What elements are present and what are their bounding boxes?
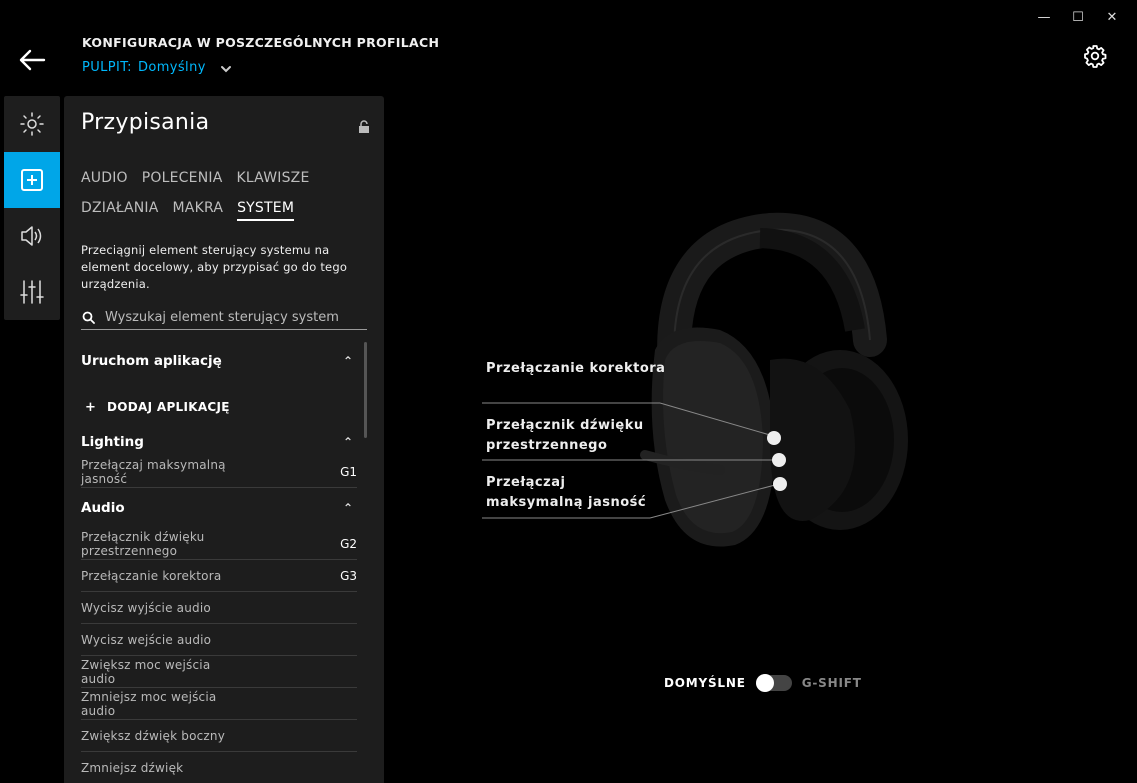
search-input[interactable]: Wyszukaj element sterujący system (105, 310, 339, 325)
rail-item-lightsync[interactable] (4, 96, 60, 152)
unlock-icon[interactable] (358, 120, 370, 134)
item-label: Zwiększ moc wejścia audio (81, 657, 211, 686)
list-item[interactable]: Zmniejsz dźwięk (81, 752, 357, 783)
list-item[interactable]: Wycisz wyjście audio (81, 592, 357, 624)
lightsync-icon (20, 112, 44, 136)
audio-icon (21, 226, 42, 246)
chevron-up-icon[interactable]: ⌃ (343, 501, 353, 515)
equalizer-icon (20, 280, 44, 304)
section-header-audio[interactable]: Audio ⌃ (81, 488, 357, 528)
close-button[interactable]: ✕ (1095, 8, 1129, 26)
section-title: Lighting (81, 434, 144, 450)
list-item[interactable]: Zwiększ dźwięk boczny (81, 720, 357, 752)
list-item[interactable]: Zwiększ moc wejścia audio (81, 656, 357, 688)
maximize-button[interactable]: ☐ (1061, 8, 1095, 26)
back-arrow-icon[interactable] (18, 48, 46, 72)
profile-prefix: PULPIT: (82, 60, 132, 75)
item-label: Przełączaj maksymalną jasność (81, 457, 226, 486)
scrollbar[interactable] (364, 342, 367, 438)
profile-name: Domyślny (137, 60, 206, 75)
item-label: Przełączanie korektora (81, 568, 222, 583)
list-item[interactable]: Wycisz wejście audio (81, 624, 357, 656)
assigned-key: G2 (340, 536, 357, 551)
callout-surround-toggle[interactable]: Przełącznik dźwięku przestrzennego (486, 416, 646, 456)
mode-gshift-label: G-SHIFT (801, 676, 862, 690)
item-label: Przełącznik dźwięku przestrzennego (81, 529, 205, 558)
section-header-launch[interactable]: Uruchom aplikację ⌃ (81, 344, 357, 378)
section-title: Audio (81, 500, 125, 516)
left-rail (4, 96, 60, 320)
item-label: Zmniejsz dźwięk (81, 761, 184, 775)
tab-keys[interactable]: KLAWISZE (236, 170, 309, 189)
mode-default-label: DOMYŚLNE (664, 676, 746, 690)
assignments-panel: Przypisania AUDIO POLECENIA KLAWISZE DZI… (64, 96, 384, 783)
rail-item-equalizer[interactable] (4, 264, 60, 320)
panel-title: Przypisania (81, 110, 210, 135)
tab-actions[interactable]: DZIAŁANIA (81, 200, 159, 219)
chevron-up-icon[interactable]: ⌃ (343, 354, 353, 368)
profile-selector[interactable]: PULPIT: Domyślny (82, 60, 232, 75)
chevron-down-icon (220, 65, 231, 72)
list-item[interactable]: Przełączaj maksymalną jasność G1 (81, 456, 357, 488)
list-item[interactable]: Przełączanie korektora G3 (81, 560, 357, 592)
tab-audio[interactable]: AUDIO (81, 170, 128, 189)
window-controls: — ☐ ✕ (1027, 8, 1129, 26)
callout-brightness-toggle[interactable]: Przełączaj maksymalną jasność (486, 473, 651, 513)
panel-description: Przeciągnij element sterujący systemu na… (81, 243, 348, 291)
toggle-knob (755, 674, 774, 692)
tab-system[interactable]: SYSTEM (237, 200, 295, 221)
list-item[interactable]: Zmniejsz moc wejścia audio (81, 688, 357, 720)
tab-commands[interactable]: POLECENIA (142, 170, 223, 189)
search-field[interactable]: Wyszukaj element sterujący system (81, 306, 367, 330)
callout-equalizer-toggle[interactable]: Przełączanie korektora (486, 359, 665, 379)
item-label: Zwiększ dźwięk boczny (81, 728, 226, 743)
page-title: KONFIGURACJA W POSZCZEGÓLNYCH PROFILACH (82, 35, 440, 50)
minimize-button[interactable]: — (1027, 8, 1061, 26)
list-item[interactable]: Przełącznik dźwięku przestrzennego G2 (81, 528, 357, 560)
assigned-key: G3 (340, 568, 357, 583)
headset-image (482, 212, 908, 547)
rail-item-audio[interactable] (4, 208, 60, 264)
rail-item-assignments[interactable] (4, 152, 60, 208)
item-label: Wycisz wyjście audio (81, 600, 211, 615)
add-application-button[interactable]: + DODAJ APLIKACJĘ (81, 378, 357, 428)
system-control-list: Uruchom aplikację ⌃ + DODAJ APLIKACJĘ Li… (81, 344, 357, 783)
gshift-toggle[interactable] (755, 674, 792, 692)
section-title: Uruchom aplikację (81, 353, 222, 369)
gear-icon[interactable] (1083, 44, 1107, 68)
plus-icon: + (85, 399, 97, 415)
tab-bar: AUDIO POLECENIA KLAWISZE DZIAŁANIA MAKRA… (81, 170, 381, 230)
search-icon (82, 311, 95, 324)
chevron-up-icon[interactable]: ⌃ (343, 435, 353, 449)
tab-macros[interactable]: MAKRA (173, 200, 224, 219)
assignments-icon (21, 169, 43, 191)
item-label: Wycisz wejście audio (81, 632, 212, 647)
section-header-lighting[interactable]: Lighting ⌃ (81, 428, 357, 456)
add-application-label: DODAJ APLIKACJĘ (107, 400, 230, 414)
assigned-key: G1 (340, 464, 357, 479)
item-label: Zmniejsz moc wejścia audio (81, 689, 217, 718)
gshift-mode-switch: DOMYŚLNE G-SHIFT (664, 674, 862, 692)
